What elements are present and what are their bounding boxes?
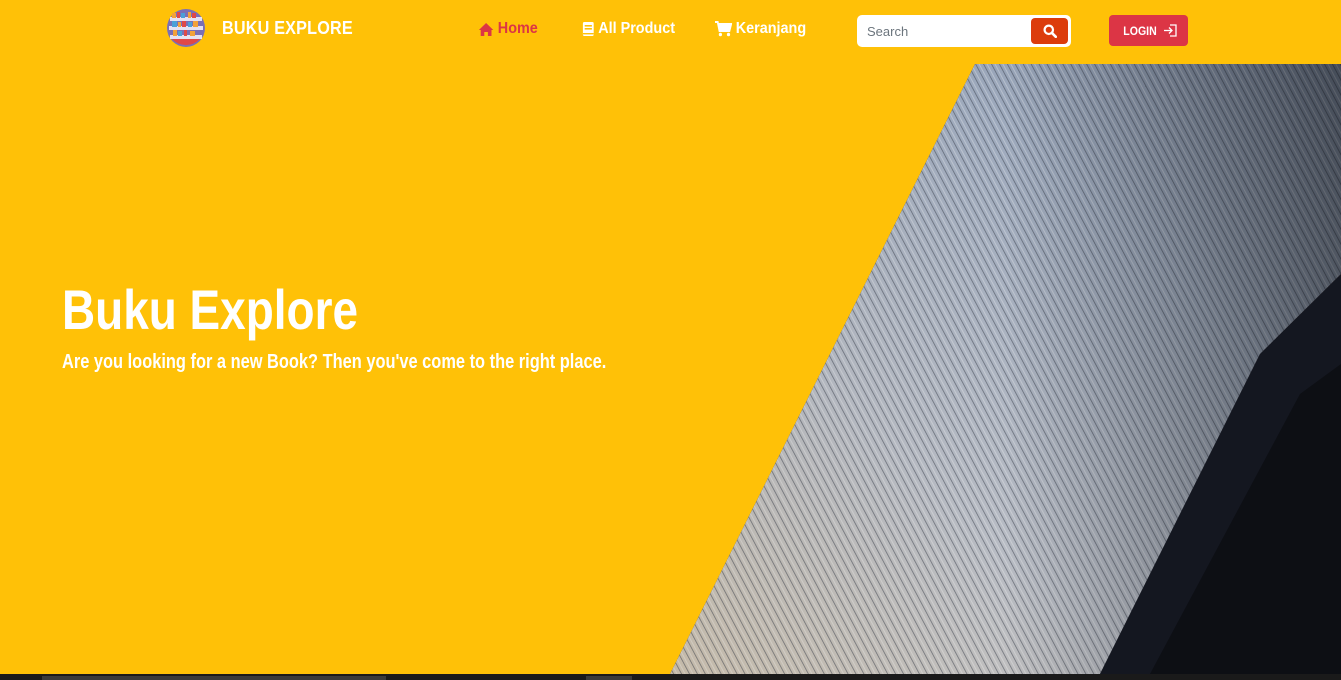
nav-home[interactable]: Home bbox=[478, 20, 538, 38]
bookshelf-logo-icon bbox=[167, 9, 205, 47]
login-button[interactable]: LOGIN bbox=[1109, 15, 1188, 46]
scrollbar-thumb[interactable] bbox=[586, 676, 632, 680]
login-arrow-icon bbox=[1163, 24, 1177, 37]
horizontal-scrollbar[interactable] bbox=[42, 676, 386, 680]
nav-keranjang[interactable]: Keranjang bbox=[715, 20, 806, 38]
search-form bbox=[857, 15, 1071, 47]
book-icon bbox=[582, 22, 594, 36]
brand-link[interactable]: BUKU EXPLORE bbox=[166, 9, 367, 47]
search-button[interactable] bbox=[1031, 18, 1068, 44]
search-input[interactable] bbox=[867, 21, 1027, 41]
cart-icon bbox=[715, 21, 733, 37]
login-label: LOGIN bbox=[1122, 23, 1157, 38]
search-icon bbox=[1043, 24, 1057, 38]
home-icon bbox=[478, 22, 494, 36]
page: BUKU EXPLORE Home All Product Keranjang … bbox=[0, 0, 1341, 674]
navbar: BUKU EXPLORE Home All Product Keranjang … bbox=[0, 0, 1341, 64]
nav-home-label: Home bbox=[497, 20, 538, 37]
hero-title: Buku Explore bbox=[62, 278, 358, 341]
brand-name: BUKU EXPLORE bbox=[222, 18, 353, 38]
hero-subtitle: Are you looking for a new Book? Then you… bbox=[62, 351, 607, 373]
nav-all-product[interactable]: All Product bbox=[582, 20, 675, 38]
nav-keranjang-label: Keranjang bbox=[735, 20, 807, 37]
nav-all-product-label: All Product bbox=[598, 20, 676, 37]
